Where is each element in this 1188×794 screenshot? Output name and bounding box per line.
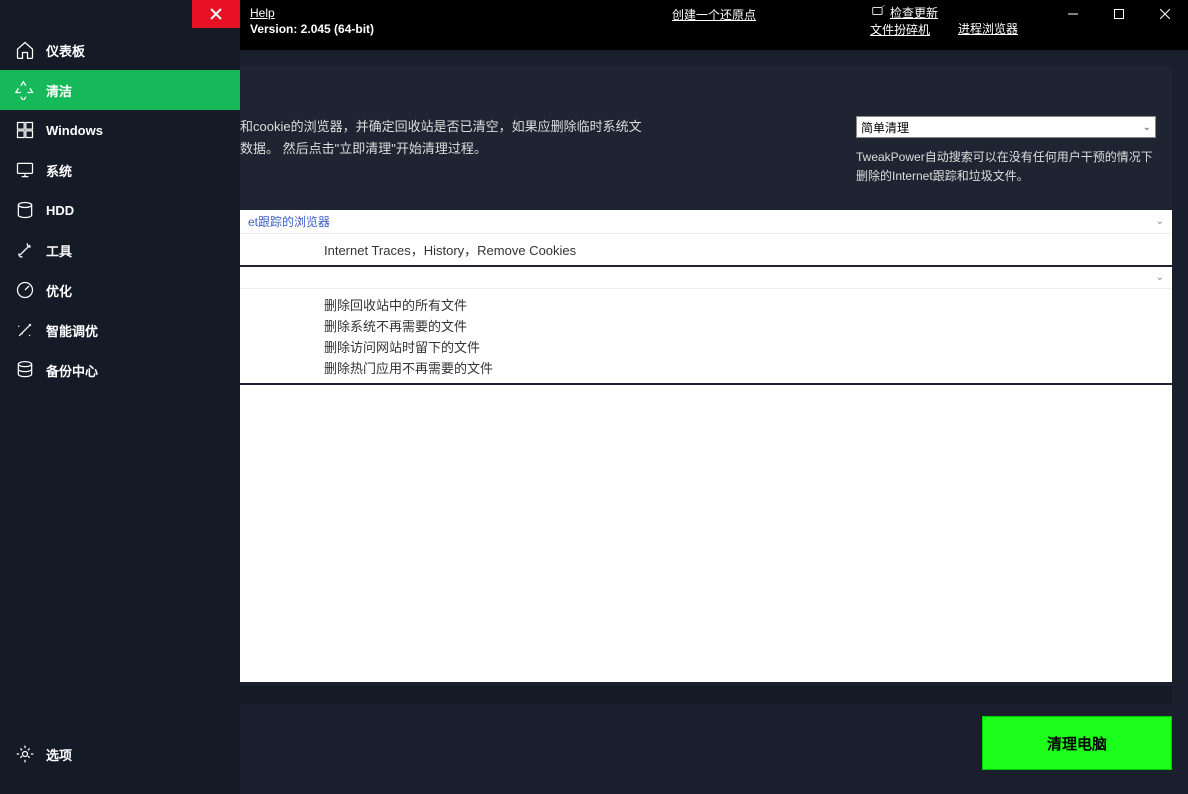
panel-title: et跟踪的浏览器 bbox=[248, 213, 330, 230]
gauge-icon bbox=[14, 279, 36, 301]
close-red-button[interactable] bbox=[192, 0, 240, 28]
cleanup-line: 删除回收站中的所有文件 bbox=[324, 295, 1172, 314]
sidebar-item-dashboard[interactable]: 仪表板 bbox=[0, 30, 240, 70]
process-browser-link[interactable]: 进程浏览器 bbox=[958, 20, 1018, 37]
wand-icon bbox=[14, 319, 36, 341]
chevron-down-icon: ⌄ bbox=[1143, 122, 1151, 133]
cleanup-line: 删除系统不再需要的文件 bbox=[324, 316, 1172, 335]
minimize-button[interactable] bbox=[1050, 0, 1096, 28]
version-label: Version: 2.045 (64-bit) bbox=[250, 22, 374, 36]
sidebar-item-windows[interactable]: Windows bbox=[0, 110, 240, 150]
panel-header-browser[interactable]: et跟踪的浏览器 ⌄ bbox=[240, 210, 1172, 234]
monitor-icon bbox=[14, 159, 36, 181]
sidebar-label: 清洁 bbox=[46, 81, 72, 100]
select-value: 简单清理 bbox=[861, 119, 909, 136]
folder-sparkle-icon bbox=[870, 4, 886, 21]
sidebar-label: 智能调优 bbox=[46, 321, 98, 340]
sidebar-label: 优化 bbox=[46, 281, 72, 300]
tools-icon bbox=[14, 239, 36, 261]
sidebar-item-optimize[interactable]: 优化 bbox=[0, 270, 240, 310]
description-text: 和cookie的浏览器，并确定回收站是否已清空，如果应删除临时系统文 数据。 然… bbox=[240, 116, 840, 186]
home-icon bbox=[14, 39, 36, 61]
gear-icon bbox=[14, 743, 36, 765]
chevron-down-icon: ⌄ bbox=[1156, 216, 1164, 227]
close-button[interactable] bbox=[1142, 0, 1188, 28]
sidebar-label: Windows bbox=[46, 123, 103, 138]
titlebar: Help Version: 2.045 (64-bit) 创建一个还原点 检查更… bbox=[240, 0, 1188, 50]
clean-computer-button[interactable]: 清理电脑 bbox=[982, 716, 1172, 770]
check-update-link[interactable]: 检查更新 bbox=[890, 4, 938, 21]
panel-browser-traces: et跟踪的浏览器 ⌄ Internet Traces，History，Remov… bbox=[240, 210, 1172, 265]
sidebar-label: HDD bbox=[46, 203, 74, 218]
panel-header-items[interactable]: ⌄ bbox=[240, 267, 1172, 289]
sidebar-label: 备份中心 bbox=[46, 361, 98, 380]
windows-icon bbox=[14, 119, 36, 141]
sidebar: 仪表板 清洁 Windows 系统 HDD 工具 优化 智能调优 bbox=[0, 0, 240, 794]
sidebar-label: 选项 bbox=[46, 745, 72, 764]
cleanup-line: 删除热门应用不再需要的文件 bbox=[324, 358, 1172, 377]
mode-description: TweakPower自动搜索可以在没有任何用户干预的情况下删除的Internet… bbox=[856, 148, 1156, 186]
file-shredder-link[interactable]: 文件扮碎机 bbox=[870, 21, 930, 38]
sidebar-label: 系统 bbox=[46, 161, 72, 180]
sidebar-item-options[interactable]: 选项 bbox=[0, 734, 240, 774]
sidebar-label: 工具 bbox=[46, 241, 72, 260]
restore-point-link[interactable]: 创建一个还原点 bbox=[672, 8, 756, 22]
sidebar-item-hdd[interactable]: HDD bbox=[0, 190, 240, 230]
sidebar-item-system[interactable]: 系统 bbox=[0, 150, 240, 190]
cleanup-mode-select[interactable]: 简单清理 ⌄ bbox=[856, 116, 1156, 138]
panel-subtitle: Internet Traces，History，Remove Cookies bbox=[324, 240, 1172, 259]
sidebar-item-tools[interactable]: 工具 bbox=[0, 230, 240, 270]
database-icon bbox=[14, 359, 36, 381]
sidebar-label: 仪表板 bbox=[46, 41, 85, 60]
hdd-icon bbox=[14, 199, 36, 221]
panel-cleanup-items: ⌄ 删除回收站中的所有文件 删除系统不再需要的文件 删除访问网站时留下的文件 删… bbox=[240, 267, 1172, 383]
chevron-down-icon: ⌄ bbox=[1156, 272, 1164, 283]
cleanup-line: 删除访问网站时留下的文件 bbox=[324, 337, 1172, 356]
recycle-icon bbox=[14, 79, 36, 101]
panel-empty-area bbox=[240, 385, 1172, 682]
sidebar-item-smart-tune[interactable]: 智能调优 bbox=[0, 310, 240, 350]
maximize-button[interactable] bbox=[1096, 0, 1142, 28]
main-area: Help Version: 2.045 (64-bit) 创建一个还原点 检查更… bbox=[240, 0, 1188, 794]
sidebar-item-backup[interactable]: 备份中心 bbox=[0, 350, 240, 390]
help-link[interactable]: Help bbox=[250, 6, 275, 20]
sidebar-item-clean[interactable]: 清洁 bbox=[0, 70, 240, 110]
